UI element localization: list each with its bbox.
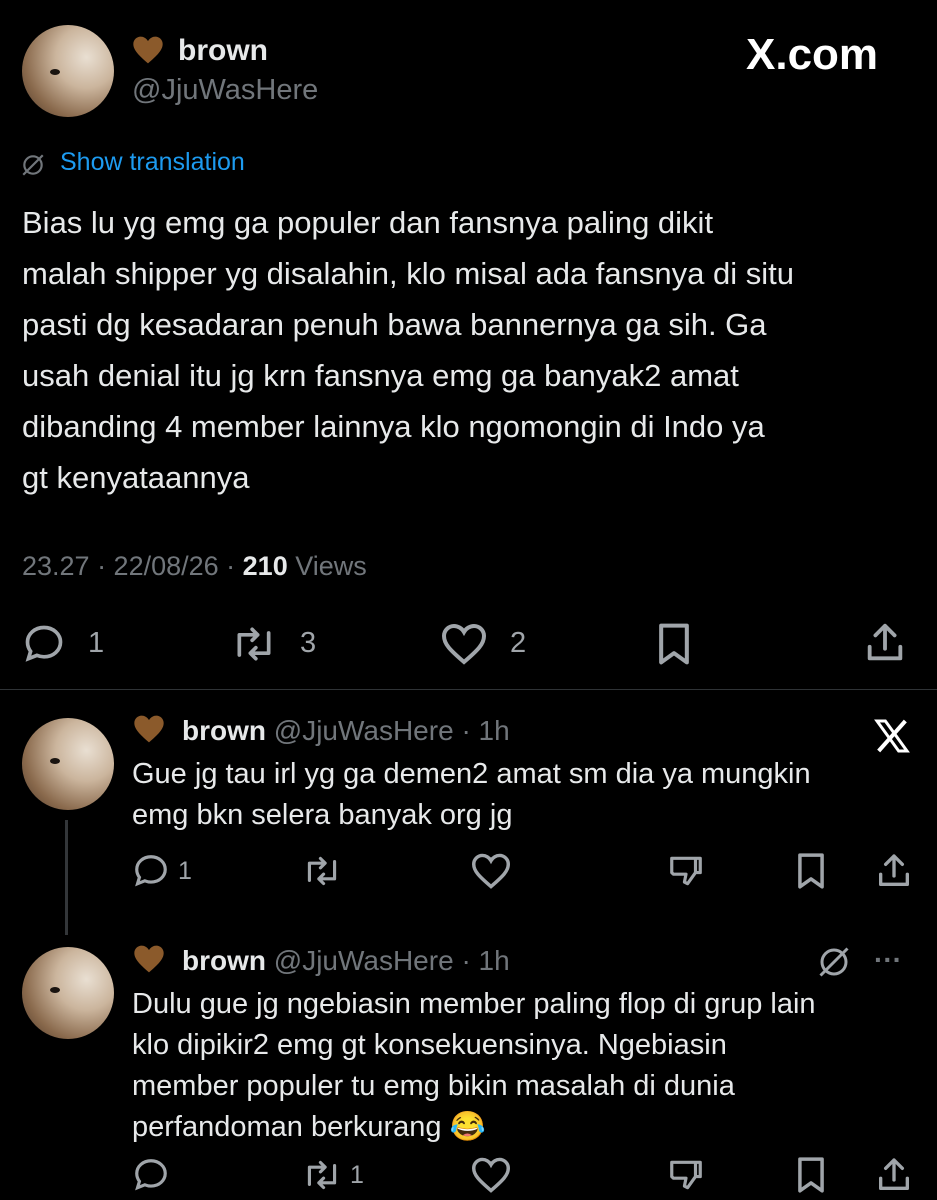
brown-heart-icon xyxy=(133,36,163,64)
reply-count: 1 xyxy=(88,627,105,659)
reply-time[interactable]: · 1h xyxy=(461,945,509,976)
repost-count: 3 xyxy=(300,627,317,659)
brown-heart-icon xyxy=(134,715,164,743)
share-icon[interactable] xyxy=(874,1155,914,1195)
repost-icon[interactable] xyxy=(300,852,344,890)
display-name[interactable]: brown xyxy=(178,34,268,68)
reply-header: brown @JjuWasHere · 1h xyxy=(182,945,510,977)
x-logo-icon xyxy=(874,719,910,753)
tweet-text: Bias lu yg emg ga populer dan fansnya pa… xyxy=(22,205,794,495)
translate-icon[interactable] xyxy=(816,944,852,980)
repost-icon[interactable] xyxy=(300,1156,344,1194)
user-handle[interactable]: @JjuWasHere xyxy=(274,945,454,976)
like-icon[interactable] xyxy=(470,1156,512,1194)
reply-avatar[interactable] xyxy=(22,947,114,1039)
user-handle[interactable]: @JjuWasHere xyxy=(274,715,454,746)
repost-count: 1 xyxy=(350,1161,364,1189)
repost-icon[interactable] xyxy=(228,622,280,666)
brown-heart-icon xyxy=(134,945,164,973)
reply-text: Dulu gue jg ngebiasin member paling flop… xyxy=(132,988,816,1143)
reply-icon[interactable] xyxy=(22,622,66,666)
bookmark-icon[interactable] xyxy=(794,1156,828,1194)
dislike-icon[interactable] xyxy=(666,1156,706,1194)
bookmark-icon[interactable] xyxy=(794,852,828,890)
site-logo: X.com xyxy=(746,30,879,79)
reply-icon[interactable] xyxy=(132,1156,170,1194)
views-label: Views xyxy=(287,551,367,581)
share-icon[interactable] xyxy=(862,620,908,666)
more-options-button[interactable]: ··· xyxy=(874,944,902,976)
share-icon[interactable] xyxy=(874,851,914,891)
bookmark-icon[interactable] xyxy=(654,622,694,666)
reply-time[interactable]: · 1h xyxy=(461,715,509,746)
reply-count: 1 xyxy=(178,857,192,885)
divider xyxy=(0,689,937,690)
user-handle[interactable]: @JjuWasHere xyxy=(132,74,318,107)
like-icon[interactable] xyxy=(470,852,512,890)
dislike-icon[interactable] xyxy=(666,852,706,890)
like-count: 2 xyxy=(510,627,527,659)
translate-icon xyxy=(22,154,44,176)
thread-line xyxy=(65,820,68,935)
show-translation-link[interactable]: Show translation xyxy=(60,148,245,177)
avatar[interactable] xyxy=(22,25,114,117)
tweet-timestamp[interactable]: 23.27 · 22/08/26 · xyxy=(22,551,243,581)
display-name[interactable]: brown xyxy=(182,715,266,746)
views-count: 210 xyxy=(242,551,288,581)
like-icon[interactable] xyxy=(440,622,488,666)
display-name[interactable]: brown xyxy=(182,945,266,976)
reply-icon[interactable] xyxy=(132,852,170,890)
tweet-meta: 23.27 · 22/08/26 · 210 Views xyxy=(22,551,367,582)
reply-header: brown @JjuWasHere · 1h xyxy=(182,715,510,747)
reply-avatar[interactable] xyxy=(22,718,114,810)
reply-text: Gue jg tau irl yg ga demen2 amat sm dia … xyxy=(132,758,811,831)
